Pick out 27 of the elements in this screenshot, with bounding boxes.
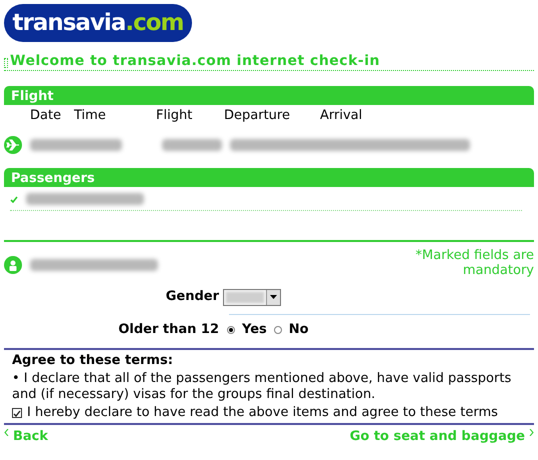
arrow-left-icon	[4, 429, 9, 436]
radio-option[interactable]: No	[274, 320, 309, 340]
logo[interactable]: transavia.com	[4, 4, 192, 42]
section-header: Passengers	[4, 168, 534, 187]
column-header: Date	[30, 108, 62, 124]
column-header: Departure	[224, 108, 291, 124]
gender-select[interactable]	[223, 288, 281, 306]
page-title: Welcome to transavia.com internet check-in	[10, 52, 380, 70]
arrow-right-icon	[529, 429, 534, 436]
plane-icon	[4, 136, 22, 154]
column-header: Arrival	[320, 108, 364, 124]
checkbox[interactable]	[12, 408, 22, 418]
radio-option[interactable]: Yes	[227, 320, 267, 340]
section-header: Flight	[4, 86, 534, 105]
column-header: Flight	[156, 108, 194, 124]
terms-statement: • I declare that all of the passengers mentioned above, have valid passports and (if necessary) visas for the groups final destination.	[12, 371, 512, 403]
mandatory-note: *Marked fields are mandatory	[414, 248, 534, 278]
column-header: Time	[74, 108, 107, 124]
radio-icon[interactable]	[274, 326, 282, 334]
caret-icon	[270, 295, 277, 299]
field-label: Gender	[164, 288, 220, 306]
redacted-bar	[162, 139, 222, 151]
person-icon	[4, 256, 22, 274]
agree-label: I hereby declare to have read the above items and agree to these terms	[27, 405, 498, 421]
terms-heading: Agree to these terms:	[12, 353, 174, 369]
radio-icon[interactable]	[227, 326, 235, 334]
field-label: Older than 12	[117, 321, 220, 340]
